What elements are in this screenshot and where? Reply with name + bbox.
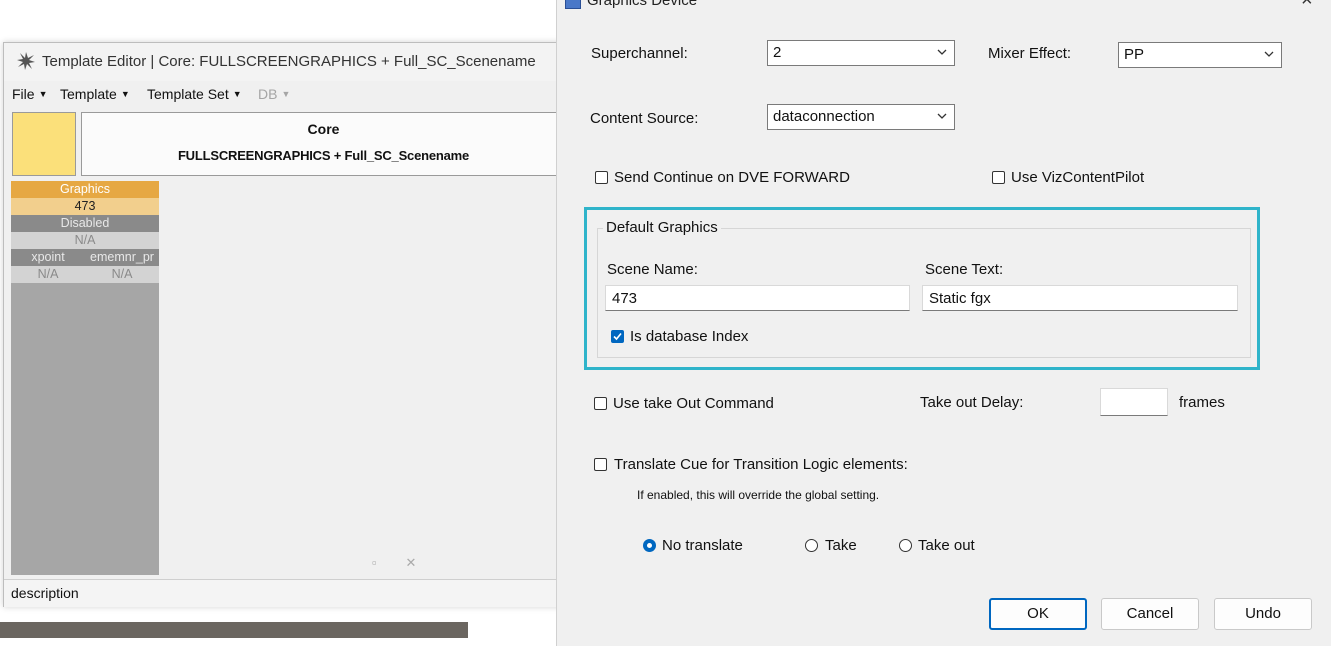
content-source-select[interactable]: dataconnection	[767, 104, 955, 130]
cancel-button[interactable]: Cancel	[1101, 598, 1199, 630]
field-ememnr-header[interactable]: ememnr_pr	[85, 249, 159, 266]
superchannel-value: 2	[773, 44, 782, 61]
mixer-effect-value: PP	[1124, 46, 1145, 63]
undo-button[interactable]: Undo	[1214, 598, 1312, 630]
field-disabled-header[interactable]: Disabled	[11, 215, 159, 232]
template-editor-titlebar[interactable]: Template Editor | Core: FULLSCREENGRAPHI…	[4, 43, 564, 81]
template-editor-statusbar: description	[4, 579, 564, 607]
description-label: description	[11, 585, 79, 601]
dialog-title: Graphics Device	[587, 0, 698, 9]
radio-take[interactable]	[805, 539, 818, 552]
chevron-down-icon: ▼	[281, 89, 291, 99]
background-window-edge	[0, 622, 468, 638]
radio-take-label[interactable]: Take	[825, 537, 857, 554]
use-take-out-checkbox[interactable]	[594, 397, 607, 410]
frames-unit-label: frames	[1179, 394, 1225, 411]
take-out-delay-label: Take out Delay:	[920, 394, 1024, 411]
translate-cue-hint: If enabled, this will override the globa…	[637, 488, 880, 502]
translate-cue-label[interactable]: Translate Cue for Transition Logic eleme…	[614, 456, 908, 473]
window-controls-behind: ▫ ✕	[372, 555, 416, 571]
template-editor-menubar: File ▼ Template ▼ Template Set ▼ DB ▼	[4, 83, 564, 105]
field-ememnr-value[interactable]: N/A	[85, 266, 159, 283]
use-take-out-label[interactable]: Use take Out Command	[613, 395, 774, 412]
field-graphics-value[interactable]: 473	[11, 198, 159, 215]
chevron-down-icon	[937, 113, 947, 119]
template-field-column: Graphics 473 Disabled N/A xpoint ememnr_…	[11, 181, 159, 575]
minimize-icon[interactable]: ▫	[372, 555, 377, 570]
chevron-down-icon	[1264, 51, 1274, 57]
close-icon[interactable]: ✕	[406, 555, 417, 570]
translate-cue-checkbox[interactable]	[594, 458, 607, 471]
radio-take-out-label[interactable]: Take out	[918, 537, 975, 554]
template-editor-window: Template Editor | Core: FULLSCREENGRAPHI…	[3, 42, 565, 607]
scene-text-value: Static fgx	[929, 290, 991, 307]
scene-name-input[interactable]: 473	[605, 285, 910, 311]
field-xpoint-header[interactable]: xpoint	[11, 249, 85, 266]
menu-template-set-label: Template Set	[147, 86, 229, 102]
menu-file-label: File	[12, 86, 35, 102]
mixer-effect-select[interactable]: PP	[1118, 42, 1282, 68]
superchannel-select[interactable]: 2	[767, 40, 955, 66]
radio-no-translate-label[interactable]: No translate	[662, 537, 743, 554]
send-continue-label[interactable]: Send Continue on DVE FORWARD	[614, 169, 850, 186]
send-continue-checkbox[interactable]	[595, 171, 608, 184]
menu-db[interactable]: DB ▼	[258, 86, 290, 102]
radio-take-out[interactable]	[899, 539, 912, 552]
is-database-index-checkbox[interactable]	[611, 330, 624, 343]
field-split-values: N/A N/A	[11, 266, 159, 283]
template-category: Core	[307, 121, 340, 137]
menu-file[interactable]: File ▼	[12, 86, 47, 102]
checkmark-icon	[613, 332, 622, 341]
ok-button[interactable]: OK	[989, 598, 1087, 630]
menu-template[interactable]: Template ▼	[60, 86, 130, 102]
close-icon[interactable]: ×	[1301, 0, 1313, 12]
dialog-app-icon	[565, 0, 581, 9]
template-editor-title: Template Editor | Core: FULLSCREENGRAPHI…	[42, 53, 536, 70]
chevron-down-icon: ▼	[120, 89, 130, 99]
scene-text-input[interactable]: Static fgx	[922, 285, 1238, 311]
use-vizcontentpilot-label[interactable]: Use VizContentPilot	[1011, 169, 1144, 186]
menu-template-set[interactable]: Template Set ▼	[147, 86, 242, 102]
field-disabled-value[interactable]: N/A	[11, 232, 159, 249]
content-source-label: Content Source:	[590, 110, 699, 127]
default-graphics-legend: Default Graphics	[603, 219, 721, 236]
template-name: FULLSCREENGRAPHICS + Full_SC_Scenename	[177, 148, 470, 163]
mixer-effect-label: Mixer Effect:	[988, 45, 1072, 62]
content-source-value: dataconnection	[773, 108, 875, 125]
template-header: Core FULLSCREENGRAPHICS + Full_SC_Scenen…	[81, 112, 565, 176]
field-xpoint-value[interactable]: N/A	[11, 266, 85, 283]
template-color-swatch[interactable]	[12, 112, 76, 176]
menu-template-label: Template	[60, 86, 117, 102]
is-database-index-label[interactable]: Is database Index	[630, 328, 748, 345]
use-vizcontentpilot-checkbox[interactable]	[992, 171, 1005, 184]
superchannel-label: Superchannel:	[591, 45, 688, 62]
chevron-down-icon	[937, 49, 947, 55]
take-out-delay-input[interactable]	[1100, 388, 1168, 416]
field-graphics-header[interactable]: Graphics	[11, 181, 159, 198]
scene-name-label: Scene Name:	[607, 261, 698, 278]
chevron-down-icon: ▼	[232, 89, 242, 99]
scene-text-label: Scene Text:	[925, 261, 1004, 278]
field-split-header: xpoint ememnr_pr	[11, 249, 159, 266]
chevron-down-icon: ▼	[38, 89, 48, 99]
scene-name-value: 473	[612, 290, 638, 307]
app-logo-icon	[17, 52, 35, 70]
radio-no-translate[interactable]	[643, 539, 656, 552]
menu-db-label: DB	[258, 86, 278, 102]
